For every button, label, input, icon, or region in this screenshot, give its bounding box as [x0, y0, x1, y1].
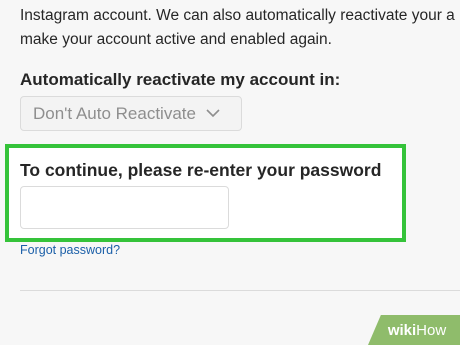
forgot-password-link[interactable]: Forgot password?: [20, 243, 120, 257]
divider: [20, 290, 460, 291]
reactivate-label: Automatically reactivate my account in:: [20, 70, 341, 89]
password-label: To continue, please re-enter your passwo…: [20, 160, 382, 180]
password-input[interactable]: [20, 186, 229, 229]
chevron-down-icon: [206, 107, 220, 121]
intro-line-1: Instagram account. We can also automatic…: [20, 7, 455, 24]
watermark-how: How: [416, 321, 447, 339]
intro-text: Instagram account. We can also automatic…: [20, 4, 460, 52]
wikihow-watermark: wiki How: [368, 315, 460, 345]
intro-line-2: make your account active and enabled aga…: [20, 31, 332, 48]
watermark-wiki: wiki: [387, 321, 417, 339]
auto-reactivate-select[interactable]: Don't Auto Reactivate: [20, 96, 242, 131]
auto-reactivate-selected-value: Don't Auto Reactivate: [33, 103, 196, 123]
